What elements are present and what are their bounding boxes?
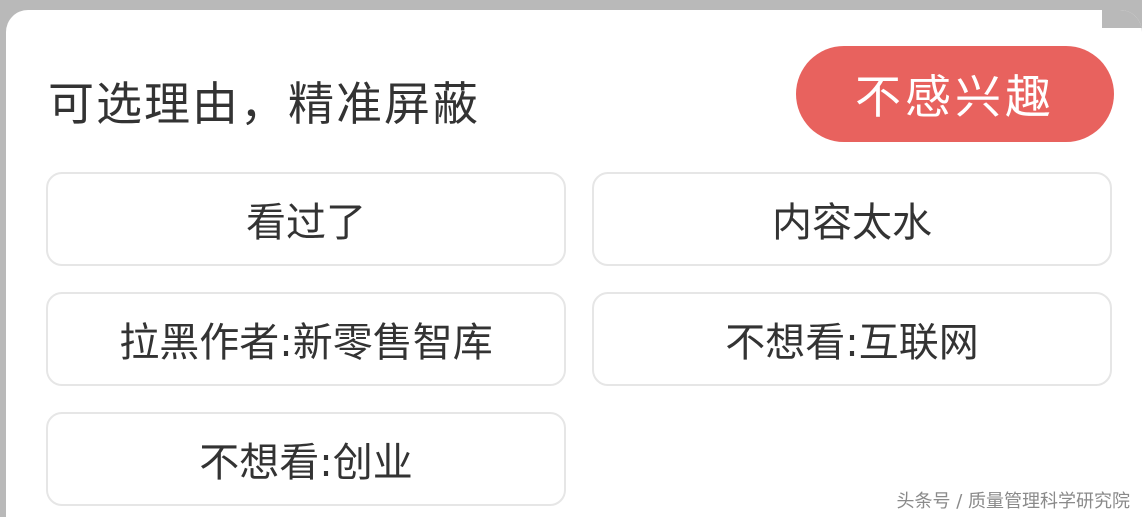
panel-title: 可选理由，精准屏蔽 — [48, 77, 480, 131]
not-interested-button[interactable]: 不感兴趣 — [796, 46, 1114, 142]
reason-option-topic-startup[interactable]: 不想看:创业 — [46, 412, 566, 506]
panel-corner-background — [1102, 10, 1142, 28]
reason-option-low-quality[interactable]: 内容太水 — [592, 172, 1112, 266]
reason-option-topic-internet[interactable]: 不想看:互联网 — [592, 292, 1112, 386]
reason-option-seen[interactable]: 看过了 — [46, 172, 566, 266]
feedback-panel: 可选理由，精准屏蔽 不感兴趣 看过了 内容太水 拉黑作者:新零售智库 不想看:互… — [6, 10, 1142, 517]
watermark-text: 头条号 / 质量管理科学研究院 — [896, 491, 1130, 512]
reason-option-block-author[interactable]: 拉黑作者:新零售智库 — [46, 292, 566, 386]
